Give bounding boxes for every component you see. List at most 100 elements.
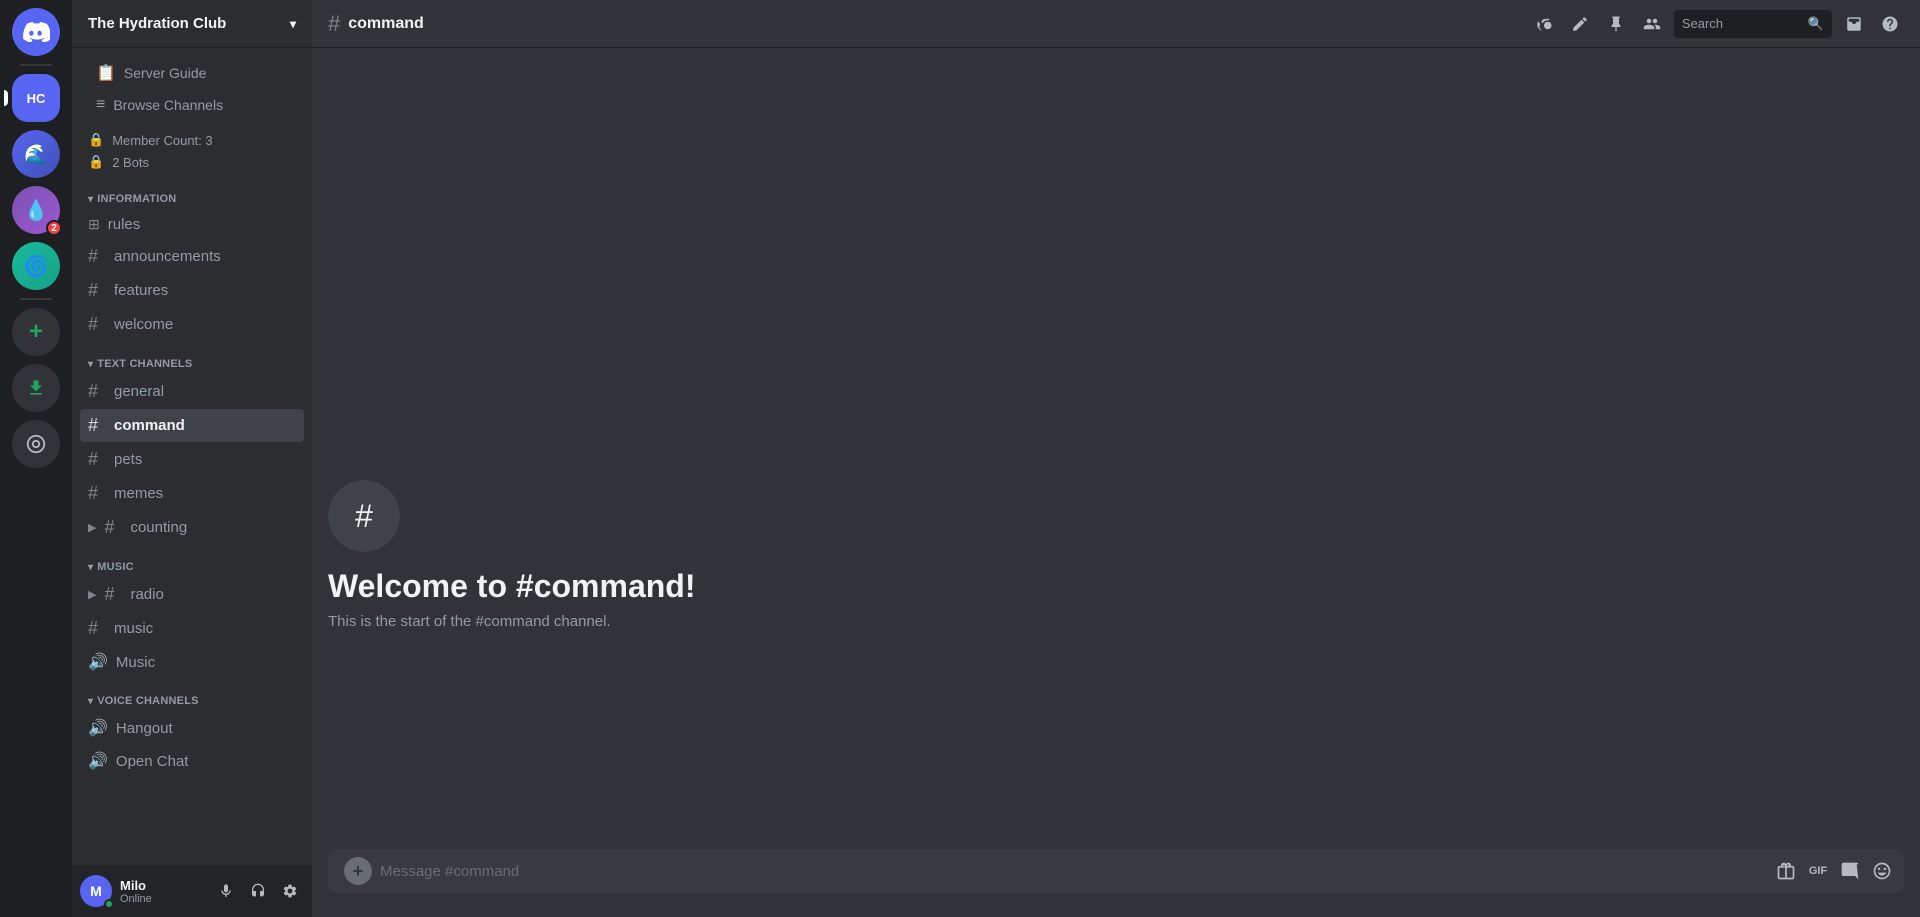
user-name: Milo <box>120 878 204 893</box>
channel-announcements-label: announcements <box>114 248 221 265</box>
channel-music-text[interactable]: # music <box>80 612 304 645</box>
channel-music-voice-label: Music <box>116 654 155 671</box>
category-information[interactable]: ▾ INFORMATION <box>72 177 312 209</box>
server-guide-item[interactable]: 📋 Server Guide <box>80 57 304 89</box>
muted-dot-counting: ▶ <box>88 521 96 534</box>
hash-icon-announcements: # <box>88 246 106 267</box>
gift-button[interactable] <box>1772 857 1800 885</box>
channel-open-chat[interactable]: 🔊 Open Chat <box>80 745 304 777</box>
hash-icon-pets: # <box>88 449 106 470</box>
server-header[interactable]: The Hydration Club ▾ <box>72 0 312 48</box>
messages-area[interactable]: # Welcome to #command! This is the start… <box>312 48 1920 849</box>
welcome-description: This is the start of the #command channe… <box>328 613 1904 630</box>
channel-music-voice[interactable]: 🔊 Music <box>80 646 304 678</box>
bots-item: 🔒 2 Bots <box>88 151 304 173</box>
pin-button[interactable] <box>1602 10 1630 38</box>
help-button[interactable] <box>1876 10 1904 38</box>
channel-rules-label: rules <box>108 216 141 233</box>
search-icon: 🔍 <box>1808 16 1824 32</box>
hash-icon-radio: # <box>104 584 122 605</box>
channel-title: command <box>348 15 424 33</box>
message-input[interactable] <box>380 853 1764 890</box>
channel-welcome[interactable]: # welcome <box>80 308 304 341</box>
server-icon-label: HC <box>27 91 46 106</box>
boost-button[interactable] <box>1530 10 1558 38</box>
user-status-indicator <box>104 899 114 909</box>
browse-channels-icon: ≡ <box>96 96 105 114</box>
channel-general-label: general <box>114 383 164 400</box>
microphone-button[interactable] <box>212 877 240 905</box>
channel-hangout[interactable]: 🔊 Hangout <box>80 712 304 744</box>
download-button[interactable] <box>12 364 60 412</box>
category-text-channels[interactable]: ▾ TEXT CHANNELS <box>72 342 312 374</box>
hash-icon-welcome: # <box>88 314 106 335</box>
user-status-text: Online <box>120 893 204 905</box>
user-avatar-initials: M <box>90 883 102 899</box>
category-voice-channels[interactable]: ▾ VOICE CHANNELS <box>72 679 312 711</box>
emoji-button[interactable] <box>1868 857 1896 885</box>
forum-icon: ⊞ <box>88 216 100 233</box>
hash-icon-general: # <box>88 381 106 402</box>
channel-memes-label: memes <box>114 485 163 502</box>
server-icon-hydration[interactable]: HC <box>12 74 60 122</box>
edit-button[interactable] <box>1566 10 1594 38</box>
server-sidebar: HC 🌊 💧 2 🌀 + <box>0 0 72 917</box>
user-avatar[interactable]: M <box>80 875 112 907</box>
discord-home-icon[interactable] <box>12 8 60 56</box>
empty-messages-space <box>312 64 1920 464</box>
channel-rules[interactable]: ⊞ rules <box>80 210 304 239</box>
category-information-label: INFORMATION <box>97 193 176 205</box>
server-icon-3[interactable]: 💧 2 <box>12 186 60 234</box>
channel-pets-label: pets <box>114 451 142 468</box>
gif-button[interactable]: GIF <box>1804 857 1832 885</box>
channel-music-label: music <box>114 620 153 637</box>
category-music[interactable]: ▾ MUSIC <box>72 545 312 577</box>
channel-title-area: # command <box>328 11 424 37</box>
search-input[interactable] <box>1682 16 1802 31</box>
channel-command[interactable]: # command <box>80 409 304 442</box>
title-hash-icon: # <box>328 11 340 37</box>
server-icon-4[interactable]: 🌀 <box>12 242 60 290</box>
members-button[interactable] <box>1638 10 1666 38</box>
channel-radio-label: radio <box>130 586 163 603</box>
server-guide-label: Server Guide <box>124 65 206 81</box>
channel-general[interactable]: # general <box>80 375 304 408</box>
welcome-hash-icon: # <box>355 498 373 535</box>
member-count-label: Member Count: 3 <box>112 133 212 148</box>
welcome-title: Welcome to #command! <box>328 568 1904 605</box>
main-content: # command <box>312 0 1920 917</box>
channel-counting[interactable]: ▶ # counting <box>80 511 304 544</box>
browse-channels-item[interactable]: ≡ Browse Channels <box>80 90 304 120</box>
welcome-icon: # <box>328 480 400 552</box>
category-arrow-voice: ▾ <box>88 696 93 707</box>
sticker-button[interactable] <box>1836 857 1864 885</box>
channel-hangout-label: Hangout <box>116 720 173 737</box>
headphones-button[interactable] <box>244 877 272 905</box>
speaker-icon-music: 🔊 <box>88 652 108 672</box>
hash-icon-command: # <box>88 415 106 436</box>
channel-memes[interactable]: # memes <box>80 477 304 510</box>
speaker-icon-openchat: 🔊 <box>88 751 108 771</box>
inbox-button[interactable] <box>1840 10 1868 38</box>
category-arrow-music: ▾ <box>88 562 93 573</box>
category-text-channels-label: TEXT CHANNELS <box>97 358 192 370</box>
search-bar[interactable]: 🔍 <box>1674 10 1832 38</box>
category-arrow-text: ▾ <box>88 359 93 370</box>
category-arrow-information: ▾ <box>88 194 93 205</box>
channel-radio[interactable]: ▶ # radio <box>80 578 304 611</box>
settings-button[interactable] <box>276 877 304 905</box>
nitro-button[interactable] <box>12 420 60 468</box>
category-voice-channels-label: VOICE CHANNELS <box>97 695 198 707</box>
channel-announcements[interactable]: # announcements <box>80 240 304 273</box>
user-controls <box>212 877 304 905</box>
channel-features[interactable]: # features <box>80 274 304 307</box>
channel-pets[interactable]: # pets <box>80 443 304 476</box>
channel-open-chat-label: Open Chat <box>116 753 189 770</box>
server-guide-icon: 📋 <box>96 63 116 83</box>
server-icon-2[interactable]: 🌊 <box>12 130 60 178</box>
channel-counting-label: counting <box>130 519 187 536</box>
add-server-button[interactable]: + <box>12 308 60 356</box>
add-attachment-button[interactable]: + <box>344 857 372 885</box>
member-count-item: 🔒 Member Count: 3 <box>88 129 304 151</box>
speaker-icon-hangout: 🔊 <box>88 718 108 738</box>
